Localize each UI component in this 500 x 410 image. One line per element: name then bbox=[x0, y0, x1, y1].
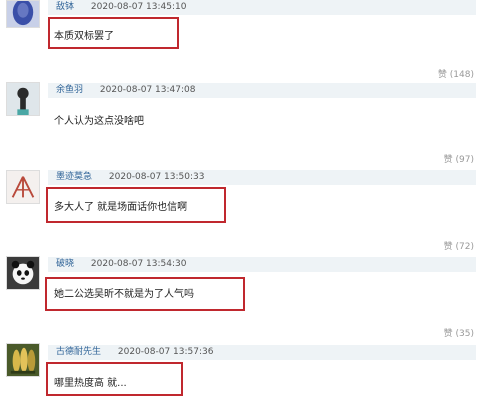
comment-timestamp: 2020-08-07 13:47:08 bbox=[99, 85, 196, 95]
blue-silhouette-icon bbox=[7, 1, 39, 27]
avatar[interactable] bbox=[6, 256, 40, 290]
comment-timestamp: 2020-08-07 13:45:10 bbox=[90, 2, 187, 12]
tent-logo-icon bbox=[7, 171, 39, 203]
like-count: (97) bbox=[455, 155, 474, 165]
like-label: 赞 bbox=[437, 70, 447, 80]
corn-icon bbox=[7, 344, 39, 376]
avatar[interactable] bbox=[6, 0, 40, 28]
comment-username[interactable]: 破晓 bbox=[48, 259, 74, 269]
comment-timestamp: 2020-08-07 13:54:30 bbox=[90, 259, 187, 269]
avatar[interactable] bbox=[6, 343, 40, 377]
avatar[interactable] bbox=[6, 82, 40, 116]
like-button[interactable]: 赞 (148) bbox=[438, 67, 474, 80]
avatar[interactable] bbox=[6, 170, 40, 204]
like-button[interactable]: 赞 (97) bbox=[444, 152, 474, 165]
comment-username[interactable]: 余鱼羽 bbox=[48, 85, 83, 95]
comment-meta-bar: 破晓 2020-08-07 13:54:30 bbox=[48, 257, 476, 272]
panda-icon bbox=[7, 257, 39, 289]
comment-username[interactable]: 敌钵 bbox=[48, 2, 74, 12]
comment-timestamp: 2020-08-07 13:50:33 bbox=[108, 172, 205, 182]
comment-text: 个人认为这点没啥吧 bbox=[54, 116, 144, 127]
like-label: 赞 bbox=[443, 155, 453, 165]
highlight-box bbox=[48, 17, 179, 49]
comment-meta-bar: 古德耐先生 2020-08-07 13:57:36 bbox=[48, 345, 476, 360]
highlight-box bbox=[46, 362, 183, 396]
like-button[interactable]: 赞 (72) bbox=[444, 239, 474, 252]
highlight-box bbox=[45, 277, 245, 311]
like-count: (148) bbox=[449, 70, 474, 80]
like-count: (35) bbox=[455, 329, 474, 339]
like-button[interactable]: 赞 (35) bbox=[444, 326, 474, 339]
comment-meta-bar: 余鱼羽 2020-08-07 13:47:08 bbox=[48, 83, 476, 98]
comment-timestamp: 2020-08-07 13:57:36 bbox=[117, 347, 214, 357]
comment-username[interactable]: 古德耐先生 bbox=[48, 347, 101, 357]
highlight-box bbox=[46, 187, 226, 223]
comment-meta-bar: 墨迹莫急 2020-08-07 13:50:33 bbox=[48, 170, 476, 185]
comment-username[interactable]: 墨迹莫急 bbox=[48, 172, 92, 182]
like-count: (72) bbox=[455, 242, 474, 252]
like-label: 赞 bbox=[443, 242, 453, 252]
like-label: 赞 bbox=[443, 329, 453, 339]
girl-illustration-icon bbox=[7, 83, 39, 115]
comment-meta-bar: 敌钵 2020-08-07 13:45:10 bbox=[48, 0, 476, 15]
